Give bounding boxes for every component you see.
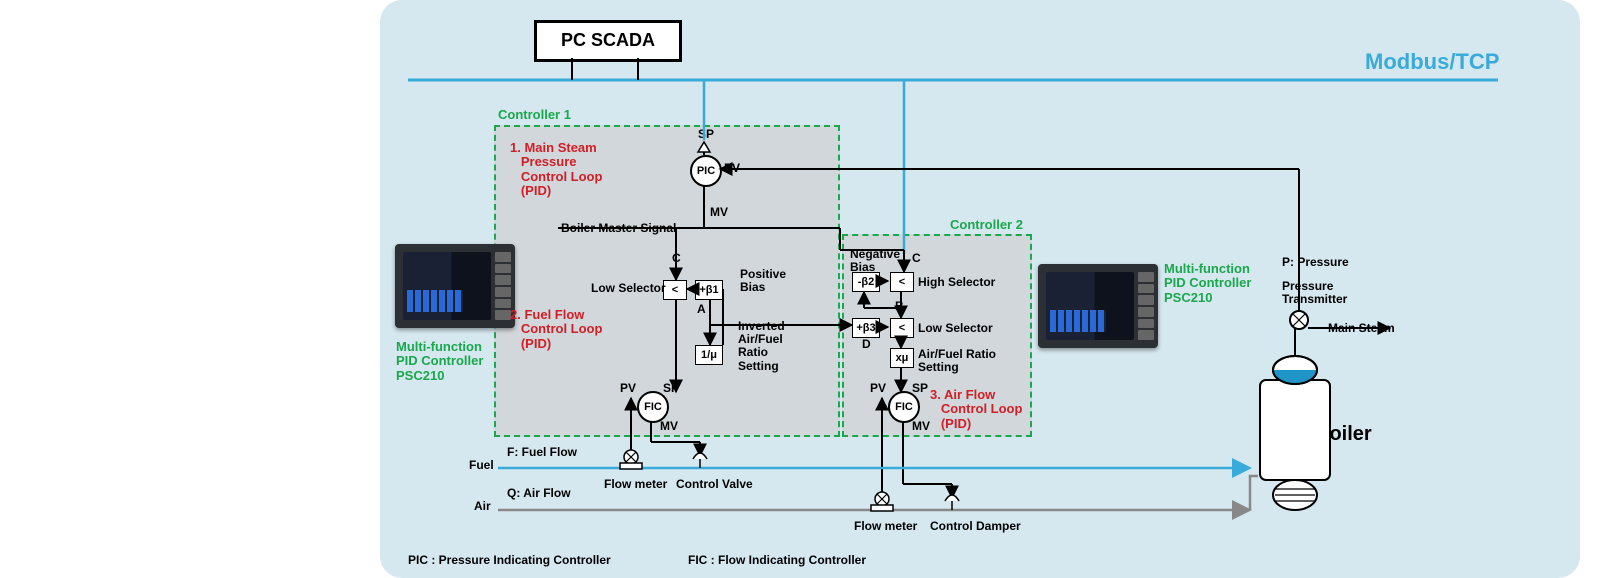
- device-icon-left: [395, 244, 515, 328]
- boiler-master-label: Boiler Master Signal: [561, 222, 676, 235]
- sp-label-fic1: SP: [663, 382, 679, 395]
- negative-bias-label: NegativeBias: [850, 248, 900, 274]
- air-label: Air: [474, 500, 491, 513]
- air-fuel-ratio-label: Air/Fuel RatioSetting: [918, 348, 996, 374]
- c-label-1: C: [672, 252, 681, 265]
- sp-label-fic2: SP: [912, 382, 928, 395]
- a-label: A: [697, 303, 706, 316]
- plus-beta3: +β3: [852, 318, 880, 338]
- pv-label-pic: PV: [724, 162, 740, 175]
- controller-2-title: Controller 2: [950, 218, 1023, 232]
- pc-scada-box: PC SCADA: [534, 20, 682, 62]
- one-over-mu: 1/μ: [695, 345, 723, 365]
- diagram-root: PC SCADA Modbus/TCP Controller 1 Control…: [0, 0, 1600, 578]
- p-pressure-label: P: Pressure: [1282, 256, 1349, 269]
- pc-scada-label: PC SCADA: [561, 31, 655, 51]
- minus-beta2: -β2: [852, 272, 880, 292]
- modbus-tcp-label: Modbus/TCP: [1365, 50, 1499, 74]
- b-label: B: [895, 300, 904, 313]
- flow-meter-fuel-label: Flow meter: [604, 478, 667, 491]
- legend-fic: FIC : Flow Indicating Controller: [688, 554, 866, 567]
- loop-1-label: 1. Main Steam Pressure Control Loop (PID…: [510, 141, 602, 198]
- inverted-ratio-label: InvertedAir/FuelRatioSetting: [738, 320, 785, 373]
- sp-label-pic: SP: [698, 128, 714, 141]
- device-left-label: Multi-function PID Controller PSC210: [396, 340, 483, 383]
- q-air-flow-label: Q: Air Flow: [507, 487, 571, 500]
- control-valve-label: Control Valve: [676, 478, 753, 491]
- device-icon-right: [1038, 264, 1158, 348]
- loop-3-label: 3. Air Flow Control Loop (PID): [930, 388, 1022, 431]
- x-mu: xμ: [890, 348, 914, 368]
- main-steam-label: Main Steam: [1328, 322, 1395, 335]
- legend-pic: PIC : Pressure Indicating Controller: [408, 554, 611, 567]
- plus-beta1: +β1: [695, 280, 723, 300]
- mv-label-fic2: MV: [912, 420, 930, 433]
- pressure-transmitter-label: PressureTransmitter: [1282, 280, 1347, 306]
- low-selector-1-label: Low Selector: [591, 282, 666, 295]
- high-selector-label: High Selector: [918, 276, 995, 289]
- fuel-label: Fuel: [469, 459, 494, 472]
- low-selector-2-label: Low Selector: [918, 322, 993, 335]
- d-label: D: [862, 338, 871, 351]
- c-label-2: C: [912, 252, 921, 265]
- controller-1-title: Controller 1: [498, 108, 571, 122]
- flow-meter-air-label: Flow meter: [854, 520, 917, 533]
- boiler-label: Boiler: [1315, 423, 1372, 445]
- pic-node: PIC: [690, 155, 722, 187]
- pv-label-fic2: PV: [870, 382, 886, 395]
- mv-label-pic: MV: [710, 206, 728, 219]
- loop-2-label: 2. Fuel Flow Control Loop (PID): [510, 308, 602, 351]
- pv-label-fic1: PV: [620, 382, 636, 395]
- positive-bias-label: PositiveBias: [740, 268, 786, 294]
- high-selector: <: [890, 272, 914, 292]
- mv-label-fic1: MV: [660, 420, 678, 433]
- f-fuel-flow-label: F: Fuel Flow: [507, 446, 577, 459]
- control-damper-label: Control Damper: [930, 520, 1021, 533]
- low-selector-1: <: [663, 280, 687, 300]
- device-right-label: Multi-function PID Controller PSC210: [1164, 262, 1251, 305]
- low-selector-2: <: [890, 318, 914, 338]
